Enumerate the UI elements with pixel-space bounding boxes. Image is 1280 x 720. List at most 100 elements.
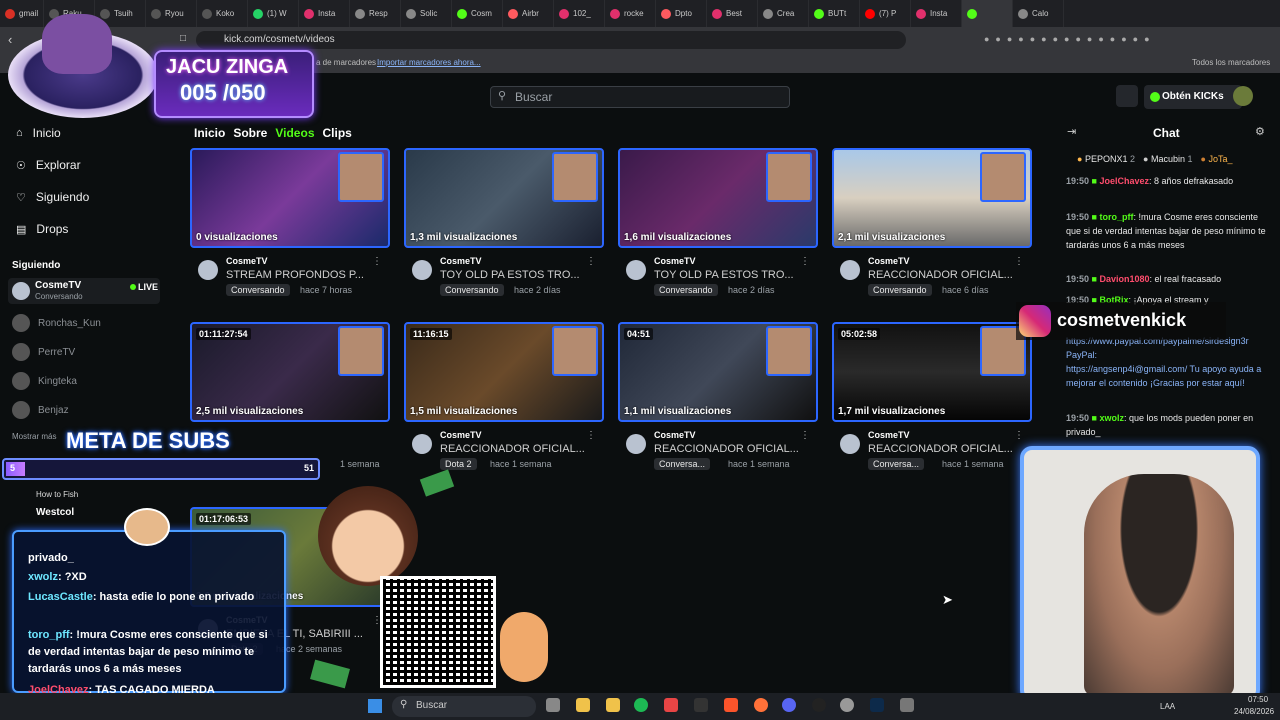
video-thumbnail[interactable]: 05:02:58 1,7 mil visualizaciones — [832, 322, 1032, 422]
video-channel[interactable]: CosmeTV — [440, 430, 482, 440]
category-tag[interactable]: Conversando — [226, 284, 290, 296]
tab-clips[interactable]: Clips — [323, 126, 352, 140]
category-tag[interactable]: Conversando — [440, 284, 504, 296]
video-thumbnail[interactable]: 01:11:27:54 2,5 mil visualizaciones — [190, 322, 390, 422]
extensions-icons[interactable]: ●●●●●●●●●●●●●●● — [984, 34, 1156, 44]
browser-tab[interactable]: Airbr — [503, 0, 554, 27]
sidebar-channel[interactable]: Kingteka — [12, 372, 77, 390]
avatar[interactable] — [840, 434, 860, 454]
video-title[interactable]: TOY OLD PA ESTOS TRO... — [654, 269, 804, 281]
browser-tab[interactable]: Cosm — [452, 0, 503, 27]
more-options-icon[interactable]: ⋮ — [800, 256, 810, 267]
chat-username[interactable]: toro_pff — [1100, 212, 1134, 222]
avatar[interactable] — [412, 260, 432, 280]
taskbar-date[interactable]: 24/08/2026 — [1234, 707, 1274, 716]
video-channel[interactable]: CosmeTV — [440, 256, 482, 266]
sidebar-channel[interactable]: PerreTV — [12, 343, 75, 361]
sidebar-item-siguiendo[interactable]: ♡ Siguiendo — [16, 190, 89, 204]
video-title[interactable]: STREAM PROFONDOS P... — [226, 269, 376, 281]
avatar[interactable] — [198, 260, 218, 280]
sidebar-channel[interactable]: Benjaz — [12, 401, 69, 419]
more-options-icon[interactable]: ⋮ — [1014, 430, 1024, 441]
more-options-icon[interactable]: ⋮ — [586, 256, 596, 267]
search-input[interactable]: Buscar — [490, 86, 790, 108]
calculator-icon[interactable] — [900, 698, 914, 712]
video-channel[interactable]: CosmeTV — [654, 430, 696, 440]
more-options-icon[interactable]: ⋮ — [372, 256, 382, 267]
tab-videos[interactable]: Videos — [275, 126, 314, 140]
more-options-icon[interactable]: ⋮ — [800, 430, 810, 441]
avatar[interactable] — [840, 260, 860, 280]
sidebar-channel[interactable]: Ronchas_Kun — [12, 314, 101, 332]
explorer-icon[interactable] — [576, 698, 590, 712]
app-icon[interactable] — [694, 698, 708, 712]
start-icon[interactable] — [368, 699, 382, 713]
browser-tab[interactable]: Best — [707, 0, 758, 27]
category-tag[interactable]: Conversa... — [654, 458, 711, 470]
obs-icon[interactable] — [812, 698, 826, 712]
sidebar-item-drops[interactable]: ▤ Drops — [16, 222, 68, 236]
firefox-icon[interactable] — [754, 698, 768, 712]
discord-icon[interactable] — [782, 698, 796, 712]
chat-username[interactable]: xwolz — [1100, 413, 1125, 423]
tab-inicio[interactable]: Inicio — [194, 126, 225, 140]
avatar[interactable] — [626, 260, 646, 280]
category-tag[interactable]: Dota 2 — [440, 458, 477, 470]
photoshop-icon[interactable] — [870, 698, 884, 712]
browser-tab[interactable]: Dpto — [656, 0, 707, 27]
browser-tab[interactable]: BUTt — [809, 0, 860, 27]
video-channel[interactable]: CosmeTV — [868, 256, 910, 266]
browser-tab[interactable] — [962, 0, 1013, 27]
sidebar-item-inicio[interactable]: ⌂ Inicio — [16, 126, 61, 140]
spotify-icon[interactable] — [634, 698, 648, 712]
video-thumbnail[interactable]: 11:16:15 1,5 mil visualizaciones — [404, 322, 604, 422]
app-icon[interactable] — [664, 698, 678, 712]
taskbar-lang[interactable]: LAA — [1160, 702, 1175, 711]
video-title[interactable]: REACCIONADOR OFICIAL... — [868, 269, 1018, 281]
browser-tab[interactable]: Insta — [911, 0, 962, 27]
task-view-icon[interactable] — [546, 698, 560, 712]
category-tag[interactable]: Conversa... — [868, 458, 925, 470]
settings-icon[interactable] — [840, 698, 854, 712]
browser-tab[interactable]: Crea — [758, 0, 809, 27]
chat-username[interactable]: JoelChavez — [1100, 176, 1150, 186]
sidebar-channel[interactable]: Westcol — [36, 507, 74, 518]
video-title[interactable]: REACCIONADOR OFICIAL... — [654, 443, 804, 455]
import-bookmarks-link[interactable]: Importar marcadores ahora... — [377, 58, 481, 67]
layout-icon[interactable] — [1116, 85, 1138, 107]
video-channel[interactable]: CosmeTV — [226, 256, 268, 266]
browser-tab[interactable]: (7) P — [860, 0, 911, 27]
avatar[interactable] — [412, 434, 432, 454]
video-channel[interactable]: CosmeTV — [868, 430, 910, 440]
browser-tab[interactable]: Calo — [1013, 0, 1064, 27]
tab-sobre[interactable]: Sobre — [233, 126, 267, 140]
gifter-1[interactable]: ● PEPONX1 2 — [1077, 154, 1135, 164]
video-thumbnail[interactable]: 2,1 mil visualizaciones — [832, 148, 1032, 248]
taskbar-time[interactable]: 07:50 — [1248, 695, 1268, 704]
video-title[interactable]: REACCIONADOR OFICIAL... — [868, 443, 1018, 455]
video-thumbnail[interactable]: 1,3 mil visualizaciones — [404, 148, 604, 248]
sidebar-channel[interactable]: How to Fish — [36, 490, 78, 499]
sidebar-item-explorar[interactable]: ☉ Explorar — [16, 158, 81, 172]
gifter-3[interactable]: ● JoTa_ — [1201, 154, 1233, 164]
gifter-2[interactable]: ● Macubin 1 — [1143, 154, 1193, 164]
video-title[interactable]: REACCIONADOR OFICIAL... — [440, 443, 590, 455]
more-options-icon[interactable]: ⋮ — [586, 430, 596, 441]
browser-tab[interactable]: Resp — [350, 0, 401, 27]
video-thumbnail[interactable]: 1,6 mil visualizaciones — [618, 148, 818, 248]
chat-users-icon[interactable]: ⚙ — [1255, 125, 1265, 138]
taskbar-search[interactable]: ⚲ Buscar — [392, 696, 536, 717]
video-thumbnail[interactable]: 0 visualizaciones — [190, 148, 390, 248]
sidebar-live-channel[interactable]: CosmeTV Conversando LIVE — [8, 278, 160, 304]
browser-tab[interactable]: Solic — [401, 0, 452, 27]
video-title[interactable]: TOY OLD PA ESTOS TRO... — [440, 269, 590, 281]
folder-icon[interactable] — [606, 698, 620, 712]
chat-username[interactable]: Davion1080 — [1100, 274, 1150, 284]
brave-icon[interactable] — [724, 698, 738, 712]
category-tag[interactable]: Conversando — [868, 284, 932, 296]
browser-tab[interactable]: 102_ — [554, 0, 605, 27]
avatar[interactable] — [626, 434, 646, 454]
more-options-icon[interactable]: ⋮ — [1014, 256, 1024, 267]
all-bookmarks[interactable]: Todos los marcadores — [1192, 58, 1270, 67]
video-channel[interactable]: CosmeTV — [654, 256, 696, 266]
